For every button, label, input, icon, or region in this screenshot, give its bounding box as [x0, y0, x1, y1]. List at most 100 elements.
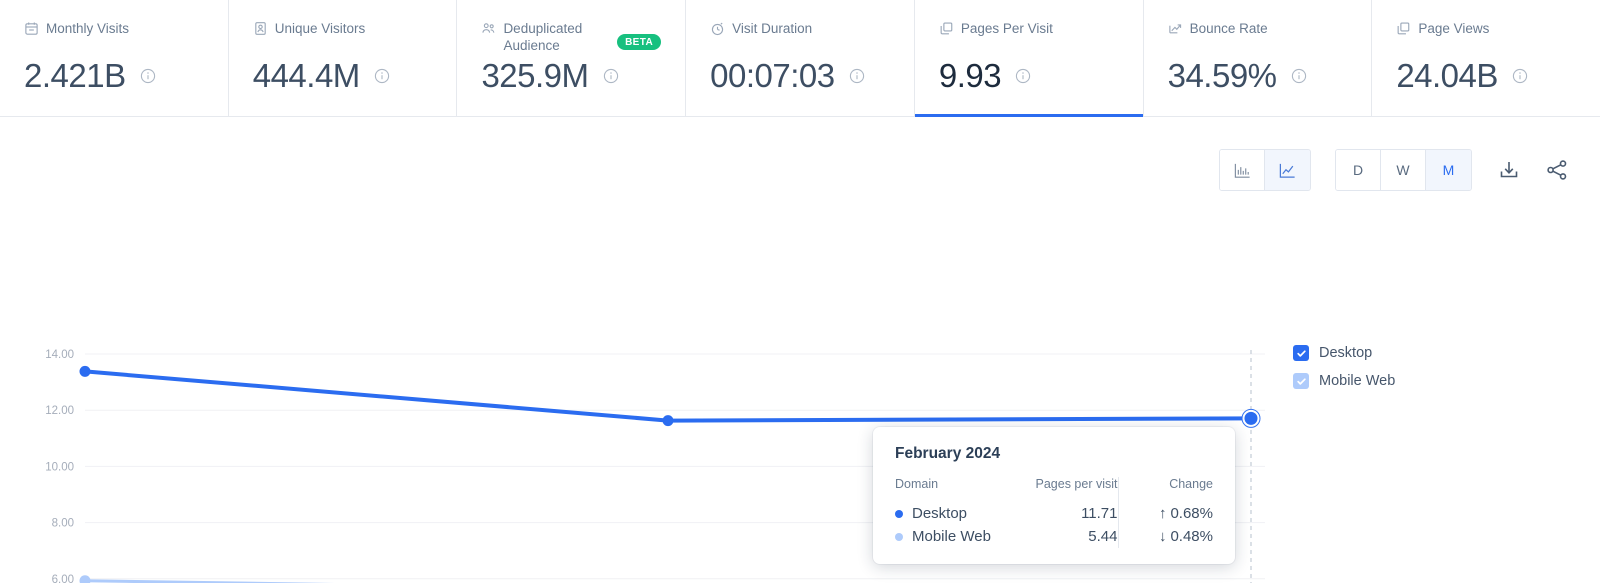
chart-section: D W M 6.00 8.00 10.00 12.00 14.00 Deskto… — [0, 117, 1600, 583]
pages-icon — [939, 21, 954, 36]
pages-icon — [1396, 21, 1411, 36]
tooltip-change-value: 0.68% — [1170, 505, 1213, 522]
metric-card-unique-visitors[interactable]: Unique Visitors 444.4M — [228, 0, 458, 116]
metric-header: Page Views — [1396, 20, 1576, 54]
metric-header: Monthly Visits — [24, 20, 204, 54]
granularity-toggle-group: D W M — [1335, 149, 1472, 191]
metric-card-bounce-rate[interactable]: Bounce Rate 34.59% — [1143, 0, 1373, 116]
metric-value: 444.4M — [252, 57, 361, 94]
tooltip-value: 5.44 — [1088, 528, 1118, 545]
tooltip-table: Domain Pages per visit Change Desktop 11… — [895, 477, 1213, 548]
tooltip-change-cell: ↓ 0.48% — [1117, 525, 1213, 548]
metric-label: Visit Duration — [732, 21, 813, 36]
tooltip-row: Desktop 11.71 ↑ 0.68% — [895, 502, 1213, 525]
trend-arrow-icon — [1168, 21, 1183, 36]
tooltip-header-row: Domain Pages per visit Change — [895, 477, 1213, 502]
metric-value-row: 2.421B — [24, 56, 204, 96]
metric-label: Page Views — [1418, 21, 1490, 36]
metric-label: Unique Visitors — [274, 21, 366, 36]
y-axis-tick-label: 14.00 — [45, 349, 74, 361]
stopwatch-icon — [710, 21, 725, 36]
metric-card-visit-duration[interactable]: Visit Duration 00:07:03 — [686, 0, 915, 116]
data-point — [79, 575, 91, 583]
info-icon[interactable] — [1512, 68, 1528, 84]
data-point — [1244, 411, 1258, 425]
metric-value: 325.9M — [481, 57, 589, 94]
info-icon[interactable] — [849, 68, 865, 84]
series-line-desktop — [83, 369, 1253, 423]
visitor-badge-icon — [253, 21, 268, 36]
metric-label: Pages Per Visit — [960, 21, 1053, 36]
metric-value-row: 00:07:03 — [710, 56, 890, 96]
calendar-icon — [24, 21, 39, 36]
tooltip-title: February 2024 — [895, 445, 1001, 462]
metric-card-pages-per-visit[interactable]: Pages Per Visit 9.93 — [914, 0, 1144, 117]
legend-checkbox-mobile-web[interactable] — [1293, 373, 1309, 389]
data-point — [79, 365, 91, 377]
info-icon[interactable] — [1291, 68, 1307, 84]
y-axis-labels: 4.006.008.0010.0012.0014.00 — [45, 349, 74, 583]
metric-value-row: 325.9M — [481, 56, 661, 96]
info-icon[interactable] — [1015, 68, 1031, 84]
info-icon[interactable] — [140, 68, 156, 84]
metric-value-row: 9.93 — [939, 56, 1119, 96]
download-icon[interactable] — [1496, 157, 1522, 183]
arrow-up-icon: ↑ — [1158, 505, 1167, 522]
legend-checkbox-desktop[interactable] — [1293, 345, 1309, 361]
info-icon[interactable] — [374, 68, 390, 84]
metric-value-row: 34.59% — [1168, 56, 1348, 96]
y-axis-tick-label: 6.00 — [52, 574, 74, 583]
metric-header: Unique Visitors — [253, 20, 433, 54]
metric-card-monthly-visits[interactable]: Monthly Visits 2.421B — [0, 0, 229, 116]
y-axis-tick-label: 12.00 — [45, 405, 74, 417]
info-icon[interactable] — [603, 68, 619, 84]
people-icon — [481, 21, 496, 36]
legend-item-mobile-web[interactable]: Mobile Web — [1293, 373, 1395, 389]
metric-value: 24.04B — [1396, 57, 1498, 94]
tooltip-change-cell: ↑ 0.68% — [1117, 502, 1213, 525]
metric-label: Deduplicated Audience — [503, 21, 583, 53]
chart-tooltip: February 2024 Domain Pages per visit Cha… — [873, 427, 1235, 564]
tooltip-col-value: Pages per visit — [1035, 477, 1118, 491]
y-axis-tick-label: 8.00 — [52, 518, 74, 530]
tooltip-row: Mobile Web 5.44 ↓ 0.48% — [895, 525, 1213, 548]
metric-header: Bounce Rate — [1168, 20, 1348, 54]
legend-label-desktop: Desktop — [1319, 345, 1373, 361]
tooltip-col-change: Change — [1117, 477, 1213, 502]
tooltip-domain-cell: Mobile Web — [895, 525, 1015, 548]
granularity-button-m[interactable]: M — [1426, 150, 1471, 190]
metrics-strip: Monthly Visits 2.421B Unique Visitors 44… — [0, 0, 1600, 117]
tooltip-domain-cell: Desktop — [895, 502, 1015, 525]
arrow-down-icon: ↓ — [1158, 528, 1167, 545]
share-icon[interactable] — [1544, 157, 1570, 183]
y-axis-tick-label: 10.00 — [45, 461, 74, 473]
metric-value-row: 444.4M — [253, 56, 433, 96]
tooltip-change-value: 0.48% — [1170, 528, 1213, 545]
metric-header: Pages Per Visit — [939, 20, 1119, 54]
series-dot-desktop — [895, 509, 903, 518]
metric-value: 00:07:03 — [710, 57, 835, 94]
data-point — [662, 415, 674, 427]
tooltip-domain-label: Mobile Web — [912, 528, 991, 545]
metric-header: Deduplicated Audience BETA — [481, 20, 662, 54]
metric-header: Visit Duration — [710, 20, 890, 54]
metric-card-page-views[interactable]: Page Views 24.04B — [1372, 0, 1600, 116]
series-dot-mobile-web — [895, 532, 903, 541]
tooltip-value: 11.71 — [1081, 505, 1118, 522]
tooltip-col-domain: Domain — [895, 477, 939, 491]
toolbar-action-icons — [1496, 157, 1570, 183]
metric-value: 2.421B — [24, 57, 126, 94]
metric-value: 9.93 — [938, 57, 1002, 94]
legend-label-mobile-web: Mobile Web — [1319, 373, 1396, 389]
chart-legend: Desktop Mobile Web — [1293, 345, 1395, 389]
tooltip-domain-label: Desktop — [912, 505, 968, 522]
metric-label: Bounce Rate — [1189, 21, 1268, 36]
granularity-button-w[interactable]: W — [1381, 150, 1426, 190]
metric-label: Monthly Visits — [46, 21, 130, 36]
metric-card-deduplicated-audience[interactable]: Deduplicated Audience BETA 325.9M — [457, 0, 687, 116]
metric-value-row: 24.04B — [1396, 56, 1576, 96]
beta-badge: BETA — [617, 34, 662, 50]
metric-value: 34.59% — [1167, 57, 1277, 94]
legend-item-desktop[interactable]: Desktop — [1293, 345, 1395, 361]
granularity-button-d[interactable]: D — [1336, 150, 1381, 190]
